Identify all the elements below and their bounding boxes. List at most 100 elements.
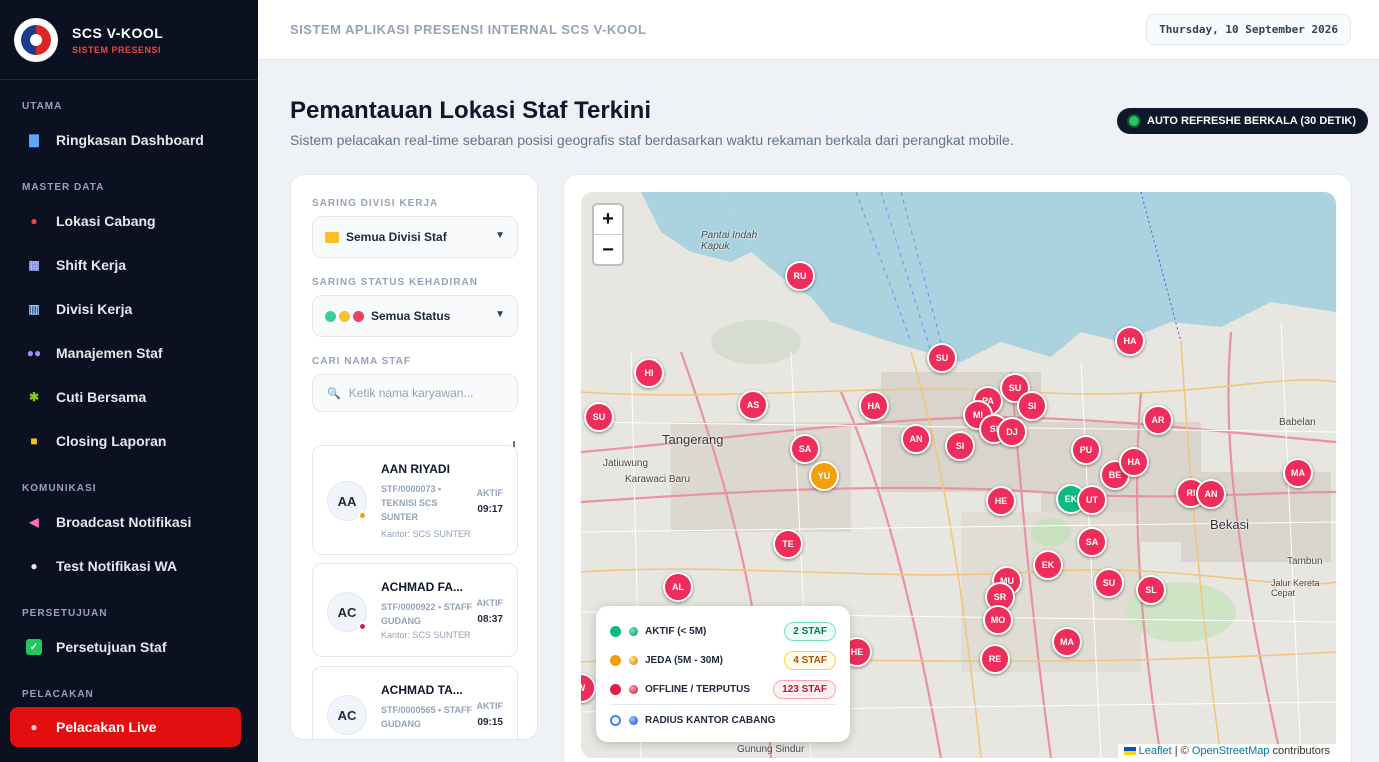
staff-time: 08:37 [477,614,503,625]
staff-name: ACHMAD FA... [381,580,463,594]
staff-marker[interactable]: SI [945,431,975,461]
staff-status: AKTIF [476,598,504,608]
staff-marker[interactable]: AN [901,424,931,454]
building-icon: ▥ [28,302,40,316]
brand-logo [14,17,58,62]
chevron-down-icon: ▼ [495,230,505,241]
staff-status: AKTIF [476,701,504,711]
staff-marker[interactable]: SU [584,402,614,432]
staff-marker[interactable]: EK [1033,550,1063,580]
staff-marker[interactable]: SA [1077,527,1107,557]
brand: SCS V-KOOL SISTEM PRESENSI [0,0,258,80]
staff-marker[interactable]: MO [983,605,1013,635]
section-komunikasi: KOMUNIKASI [22,483,97,494]
legend-dot-icon [610,683,621,695]
sidebar-item-persetujuan-staf[interactable]: ✓ Persetujuan Staf [10,627,241,667]
sidebar-item-cuti-bersama[interactable]: ✱ Cuti Bersama [10,377,241,417]
staff-marker[interactable]: DJ [997,417,1027,447]
staff-marker[interactable]: AL [663,572,693,602]
staff-card[interactable]: AC ACHMAD TA... STF/0000565 • STAFF GUDA… [312,666,518,739]
zoom-control: + − [592,203,624,266]
staff-kantor: Kantor: SCS SUNTER [381,529,471,539]
staff-marker[interactable]: SI [1017,391,1047,421]
staff-marker[interactable]: RU [785,261,815,291]
staff-marker[interactable]: SU [927,343,957,373]
sidebar-item-closing-laporan[interactable]: ■ Closing Laporan [10,421,241,461]
search-icon: 🔍 [327,387,341,400]
staff-card[interactable]: AA AAN RIYADI STF/0000073 • TEKNISI SCS … [312,445,518,555]
staff-marker[interactable]: UT [1077,485,1107,515]
staff-marker[interactable]: AN [1196,479,1226,509]
zoom-in-button[interactable]: + [594,205,622,235]
sidebar-item-test-wa[interactable]: ● Test Notifikasi WA [10,546,241,586]
staff-card[interactable]: AC ACHMAD FA... STF/0000922 • STAFF GUDA… [312,563,518,657]
sidebar-item-lokasi-cabang[interactable]: ● Lokasi Cabang [10,201,241,241]
legend-dot-icon [610,625,621,637]
chevron-down-icon: ▼ [495,309,505,320]
place-label: Gunung Sindur [737,744,805,755]
yellow-dot-icon [339,310,350,322]
status-dot-icon [358,511,367,520]
staff-name: ACHMAD TA... [381,683,463,697]
sidebar: SCS V-KOOL SISTEM PRESENSI UTAMA ▇ Ringka… [0,0,258,762]
staff-marker[interactable]: MA [1283,458,1313,488]
auto-refresh-badge: AUTO REFRESHE BERKALA (30 DETIK) [1117,108,1369,134]
pin-icon: ● [30,720,38,734]
staff-marker[interactable]: SU [1094,568,1124,598]
legend-row-radius: RADIUS KANTOR CABANG [610,710,836,730]
staff-name: AAN RIYADI [381,462,450,476]
staff-time: 09:17 [477,504,503,515]
staff-marker[interactable]: AS [738,390,768,420]
sidebar-item-dashboard[interactable]: ▇ Ringkasan Dashboard [10,120,241,160]
zoom-out-button[interactable]: − [594,235,622,265]
sidebar-item-divisi-kerja[interactable]: ▥ Divisi Kerja [10,289,241,329]
section-master-data: MASTER DATA [22,182,105,193]
osm-link[interactable]: OpenStreetMap [1192,745,1270,757]
palm-tree-icon: ✱ [28,390,40,404]
brand-title: SCS V-KOOL [72,24,164,41]
staff-id: STF/0000073 • TEKNISI SCS SUNTER [381,484,442,522]
staff-marker[interactable]: TE [773,529,803,559]
sidebar-item-broadcast[interactable]: ◀ Broadcast Notifikasi [10,502,241,542]
folder-icon [325,231,339,243]
staff-marker[interactable]: HE [986,486,1016,516]
staff-kantor: Kantor: SCS SUNTER [381,630,471,640]
status-dot-icon [358,622,367,631]
lock-icon: ■ [30,434,38,448]
staff-marker[interactable]: HA [1119,447,1149,477]
sidebar-item-pelacakan-live[interactable]: ● Pelacakan Live [10,707,241,747]
status-select[interactable]: Semua Status ▼ [312,295,518,337]
place-label: Pantai Indah Kapuk [701,230,758,252]
legend-row-offline: OFFLINE / TERPUTUS 123 STAF [610,679,836,699]
map-legend: AKTIF (< 5M) 2 STAF JEDA (5M - 30M) 4 ST… [596,606,850,742]
pin-icon: ● [30,214,38,228]
staff-marker[interactable]: PU [1071,435,1101,465]
calendar-icon: ▦ [28,258,40,272]
check-icon: ✓ [26,639,42,655]
division-filter-label: SARING DIVISI KERJA [312,198,439,209]
page-title: Pemantauan Lokasi Staf Terkini [290,97,651,124]
leaflet-link[interactable]: Leaflet [1139,745,1172,757]
staff-marker[interactable]: SA [790,434,820,464]
division-select[interactable]: Semua Divisi Staf ▼ [312,216,518,258]
staff-marker[interactable]: MA [1052,627,1082,657]
staff-marker[interactable]: AR [1143,405,1173,435]
staff-marker[interactable]: HA [859,391,889,421]
staff-marker[interactable]: YU [809,461,839,491]
topbar-title: SISTEM APLIKASI PRESENSI INTERNAL SCS V-… [290,22,647,37]
sidebar-item-shift-kerja[interactable]: ▦ Shift Kerja [10,245,241,285]
staff-search-input[interactable]: 🔍 Ketik nama karyawan... [312,374,518,412]
place-label: Jalur Kereta Cepat [1271,578,1320,598]
bar-chart-icon: ▇ [29,133,39,147]
legend-row-aktif: AKTIF (< 5M) 2 STAF [610,621,836,641]
map[interactable]: Tangerang Jatiuwung Karawaci Baru Bekasi… [581,192,1336,758]
staff-marker[interactable]: SL [1136,575,1166,605]
sidebar-item-manajemen-staf[interactable]: ●● Manajemen Staf [10,333,241,373]
green-dot-icon [325,310,336,322]
avatar: AC [327,592,367,632]
staff-marker[interactable]: RE [980,644,1010,674]
map-attribution: Leaflet | © OpenStreetMap contributors [1117,744,1336,758]
staff-marker[interactable]: HI [634,358,664,388]
legend-dot-icon [610,654,621,666]
staff-marker[interactable]: HA [1115,326,1145,356]
